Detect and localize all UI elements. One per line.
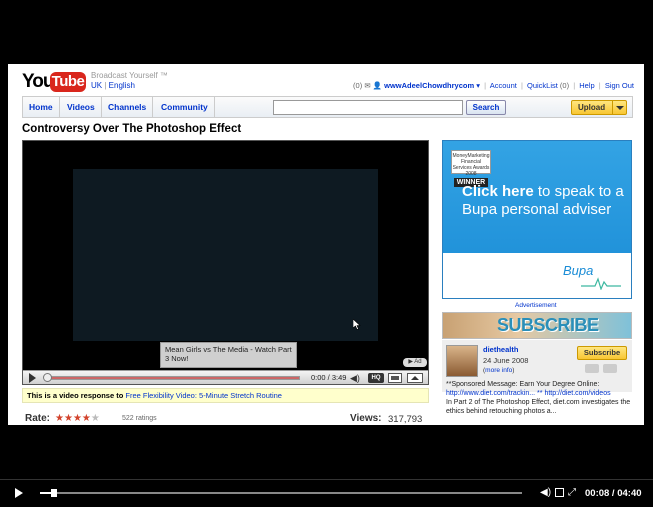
views-label: Views: (350, 413, 382, 424)
star-icon[interactable]: ★ (73, 413, 82, 424)
star-icon[interactable]: ★ (55, 413, 64, 424)
award-title: MoneyMarketing Financial Services Awards… (452, 153, 490, 177)
description-link-2[interactable]: ** http://diet.com/videos (537, 390, 611, 397)
chevron-down-icon[interactable]: ▾ (476, 81, 480, 90)
player-size-button[interactable] (388, 373, 402, 383)
player-controls: 0:00 / 3:49 ◀) HQ (23, 370, 428, 384)
quicklist-count: (0) (559, 81, 570, 90)
video-title: Controversy Over The Photoshop Effect (22, 123, 242, 135)
video-screen[interactable] (73, 169, 378, 341)
ratings-count: 522 ratings (122, 415, 157, 422)
advertisement-label: Advertisement (515, 302, 557, 309)
award-badge: MoneyMarketing Financial Services Awards… (451, 150, 491, 187)
account-link[interactable]: Account (490, 81, 517, 90)
video-description: **Sponsored Message: Earn Your Degree On… (446, 380, 634, 416)
more-info-link[interactable]: more info (485, 367, 512, 374)
channel-action-icons (577, 364, 627, 374)
captions-icon[interactable] (555, 488, 564, 497)
channel-date: 24 June 2008 (483, 356, 529, 365)
help-link[interactable]: Help (579, 81, 594, 90)
star-icon[interactable]: ★ (82, 413, 91, 424)
ad-badge[interactable]: ▶ Ad (403, 358, 427, 367)
volume-icon[interactable]: ◀) (540, 487, 551, 499)
search-button[interactable]: Search (466, 100, 506, 115)
mail-icon[interactable]: ✉ (364, 81, 370, 90)
video-annotation[interactable]: Mean Girls vs The Media - Watch Part 3 N… (160, 342, 297, 368)
subscribe-banner-text: SUBSCRIBE (497, 315, 599, 335)
play-icon[interactable] (15, 488, 25, 498)
fullscreen-icon[interactable]: ⤢ (568, 487, 576, 499)
avatar[interactable] (446, 345, 478, 377)
region-link[interactable]: UK (91, 81, 102, 90)
channel-banner[interactable]: SUBSCRIBE (442, 312, 632, 339)
ad-headline: Click here to speak to a Bupa personal a… (462, 183, 631, 219)
video-response-bar: This is a video response to Free Flexibi… (22, 388, 429, 403)
user-bar: (0) ✉ 👤 wwwAdeelChowdhrycom ▾ | Account … (353, 81, 634, 90)
seek-handle[interactable] (43, 373, 52, 382)
tab-channels[interactable]: Channels (102, 97, 154, 117)
volume-icon[interactable]: ◀) (350, 373, 360, 383)
upload-button[interactable]: Upload (571, 100, 627, 115)
language-selector: UK | English (91, 81, 135, 90)
chevron-down-icon[interactable] (612, 101, 626, 114)
heartbeat-icon (581, 277, 621, 290)
outer-player-controls: ◀) ⤢ 00:08 / 04:40 (0, 479, 653, 507)
logo-tube: Tube (50, 72, 86, 92)
search-input[interactable] (273, 100, 463, 115)
language-link[interactable]: English (109, 81, 135, 90)
quicklist-link[interactable]: QuickList (527, 81, 558, 90)
options-icon[interactable] (603, 364, 617, 373)
star-icon[interactable]: ★ (91, 413, 100, 424)
logo-you: You (22, 71, 55, 92)
seek-bar[interactable] (40, 492, 522, 494)
description-sponsor: **Sponsored Message: Earn Your Degree On… (446, 381, 600, 388)
time-display: 0:00 / 3:49 (311, 373, 347, 382)
fullscreen-button[interactable] (407, 373, 423, 383)
hq-button[interactable]: HQ (368, 373, 384, 383)
share-icon[interactable] (585, 364, 599, 373)
seek-bar[interactable] (45, 376, 300, 380)
seek-handle[interactable] (50, 489, 57, 497)
sign-out-link[interactable]: Sign Out (605, 81, 634, 90)
description-link-1[interactable]: http://www.diet.com/trackin... (446, 390, 535, 397)
more-info: (more info) (483, 367, 515, 374)
views-count: 317,793 (388, 414, 423, 425)
inbox-count: (0) (353, 81, 363, 90)
rate-label: Rate: (25, 413, 51, 424)
response-prefix: This is a video response to (27, 391, 124, 400)
rating-row: Rate: ★★★★★ 522 ratings Views: 317,793 (22, 413, 429, 425)
upload-label: Upload (578, 103, 606, 112)
tab-community[interactable]: Community (155, 97, 215, 117)
description-text: In Part 2 of The Photoshop Effect, diet.… (446, 399, 631, 415)
video-frame: You Tube Broadcast Yourself ™ UK | Engli… (0, 0, 653, 507)
time-display: 00:08 / 04:40 (585, 488, 642, 499)
star-icon[interactable]: ★ (64, 413, 73, 424)
username-link[interactable]: wwwAdeelChowdhrycom (384, 81, 474, 90)
subscribe-button[interactable]: Subscribe (577, 346, 627, 360)
video-player[interactable]: Mean Girls vs The Media - Watch Part 3 N… (22, 140, 429, 385)
ad-footer: Bupa (443, 253, 631, 298)
youtube-page: You Tube Broadcast Yourself ™ UK | Engli… (8, 64, 644, 425)
youtube-logo[interactable]: You Tube (22, 71, 86, 93)
mouse-cursor-icon (353, 319, 361, 330)
channel-name[interactable]: diethealth (483, 345, 518, 354)
star-rating[interactable]: ★★★★★ (55, 413, 100, 424)
advertisement-banner[interactable]: MoneyMarketing Financial Services Awards… (442, 140, 632, 299)
tagline: Broadcast Yourself ™ (91, 71, 168, 80)
response-link[interactable]: Free Flexibility Video: 5-Minute Stretch… (125, 391, 282, 400)
tab-videos[interactable]: Videos (61, 97, 102, 117)
main-nav: Home Videos Channels Community Search Up… (22, 96, 633, 118)
play-icon[interactable] (27, 373, 37, 383)
ad-headline-bold: Click here (462, 183, 534, 200)
tab-home[interactable]: Home (23, 97, 60, 117)
user-icon: 👤 (372, 81, 383, 90)
